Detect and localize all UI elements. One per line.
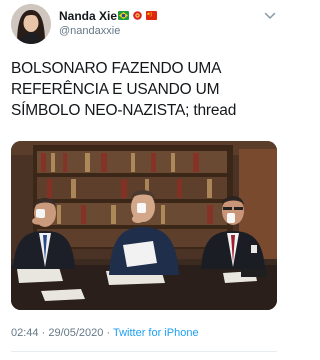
tweet-time[interactable]: 02:44 [11,327,39,339]
tweet-header: Nanda Xie @nandaxxie [0,0,288,50]
author-handle[interactable]: @nandaxxie [59,25,120,37]
tweet-text-line: SÍMBOLO NEO-NAZISTA; thread [11,102,237,119]
avatar[interactable] [11,4,51,44]
china-emblem-icon [133,10,142,20]
china-flag-icon [146,10,157,20]
divider [11,351,277,352]
tweet-text-line: BOLSONARO FAZENDO UMA [11,60,222,77]
tweet-source-link[interactable]: Twitter for iPhone [113,327,199,339]
tweet-date[interactable]: 29/05/2020 [48,327,103,339]
author-name-emojis [118,9,157,21]
tweet-text-line: REFERÊNCIA E USANDO UM [11,81,220,98]
tweet-media-image[interactable] [11,141,277,310]
brazil-flag-icon [118,10,129,20]
chevron-down-icon[interactable] [264,12,276,20]
tweet-meta: 02:44 · 29/05/2020 · Twitter for iPhone [11,327,199,339]
tweet-text: BOLSONARO FAZENDO UMA REFERÊNCIA E USAND… [11,58,281,121]
author-name[interactable]: Nanda Xie [59,9,117,23]
